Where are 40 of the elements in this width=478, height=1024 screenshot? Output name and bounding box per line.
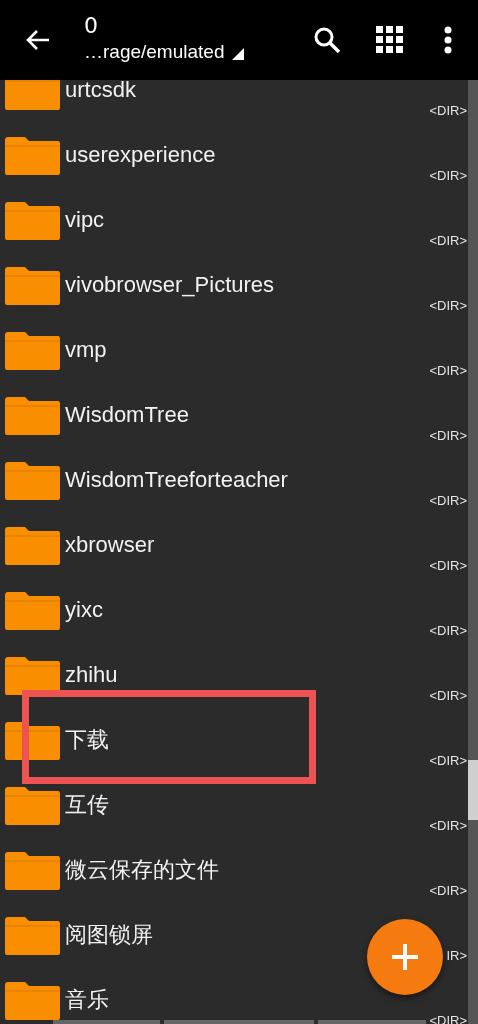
folder-name[interactable]: 音乐 (65, 984, 109, 1015)
folder-name[interactable]: userexperience (65, 141, 216, 168)
folder-name[interactable]: 微云保存的文件 (65, 854, 219, 885)
folder-name[interactable]: vivobrowser_Pictures (65, 271, 275, 298)
folder-icon (3, 80, 61, 111)
dir-label: <DIR> (429, 168, 467, 183)
scrollbar-thumb[interactable] (468, 760, 478, 820)
toolbar-title: 0 (84, 12, 98, 40)
folder-name[interactable]: vipc (65, 206, 105, 233)
search-icon[interactable] (313, 26, 341, 54)
dir-label: <DIR> (429, 558, 467, 573)
folder-name[interactable]: xbrowser (65, 531, 155, 558)
dir-label: <DIR> (429, 818, 467, 833)
dir-label: <DIR> (429, 363, 467, 378)
dropdown-icon[interactable] (232, 48, 245, 60)
folder-name[interactable]: 下载 (65, 724, 109, 755)
more-options-icon[interactable] (444, 26, 452, 54)
plus-icon (390, 942, 420, 972)
dir-label: IR> (446, 948, 467, 963)
path-label[interactable]: …rage/emulated (84, 40, 225, 64)
folder-name[interactable]: urtcsdk (65, 80, 136, 103)
add-button[interactable] (367, 919, 443, 995)
dir-label: <DIR> (429, 753, 467, 768)
dir-label: <DIR> (429, 883, 467, 898)
dir-label: <DIR> (429, 493, 467, 508)
folder-name[interactable]: WisdomTree (65, 401, 189, 428)
grid-view-icon[interactable] (376, 26, 404, 54)
dir-label: <DIR> (429, 298, 467, 313)
dir-label: <DIR> (429, 233, 467, 248)
folder-name[interactable]: WisdomTreeforteacher (65, 466, 288, 493)
dir-label: <DIR> (429, 103, 467, 118)
folder-name[interactable]: vmp (65, 336, 107, 363)
folder-name[interactable]: 阅图锁屏 (65, 919, 153, 950)
folder-name[interactable]: zhihu (65, 661, 118, 688)
dir-label: <DIR> (429, 623, 467, 638)
folder-name[interactable]: 互传 (65, 789, 109, 820)
back-icon[interactable] (25, 29, 51, 51)
dir-label: <DIR> (429, 428, 467, 443)
dir-label: <DIR> (429, 688, 467, 703)
folder-name[interactable]: yixc (65, 596, 103, 623)
